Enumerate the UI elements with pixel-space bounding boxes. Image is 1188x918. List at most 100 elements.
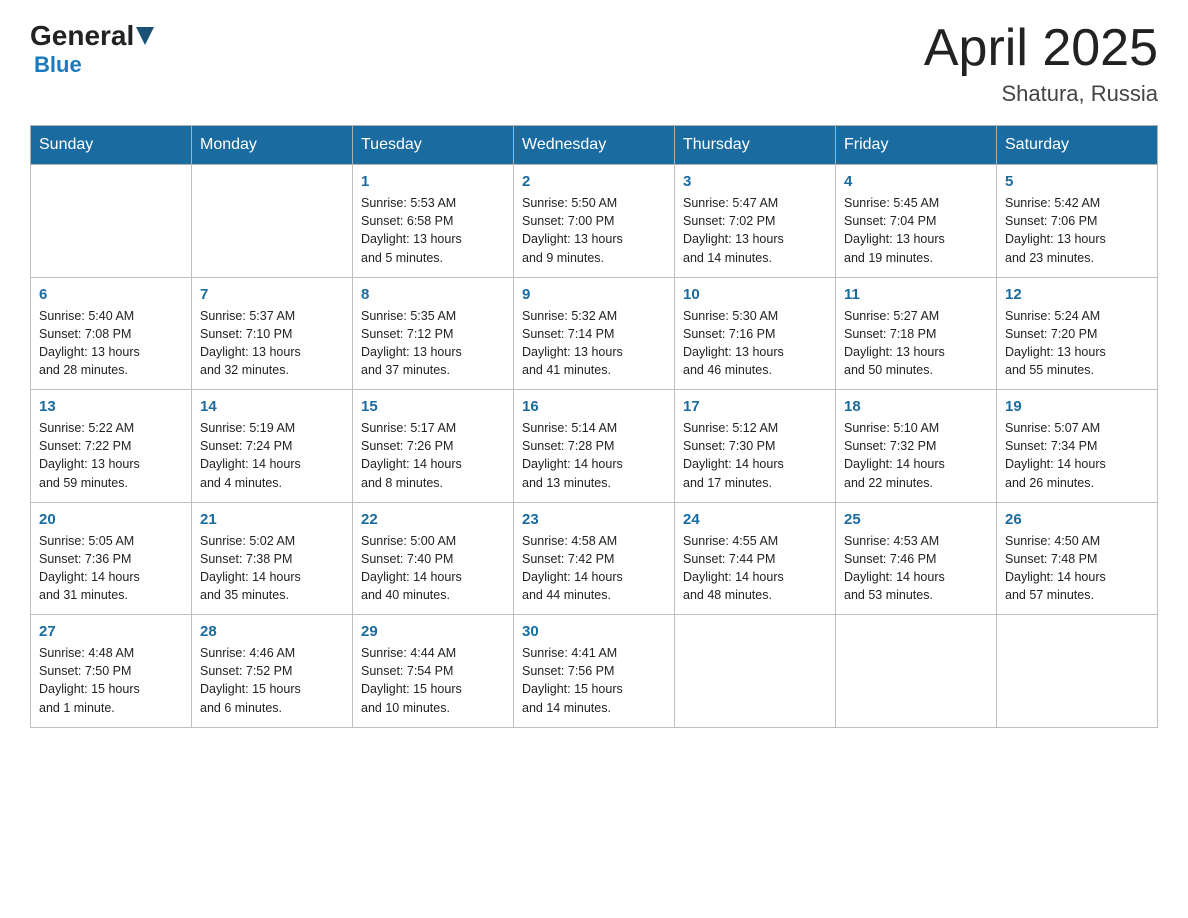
day-number: 1 <box>361 173 505 190</box>
calendar-cell: 24Sunrise: 4:55 AM Sunset: 7:44 PM Dayli… <box>675 502 836 615</box>
day-info: Sunrise: 5:53 AM Sunset: 6:58 PM Dayligh… <box>361 194 505 267</box>
calendar-cell: 19Sunrise: 5:07 AM Sunset: 7:34 PM Dayli… <box>997 390 1158 503</box>
calendar-cell <box>836 615 997 728</box>
day-info: Sunrise: 4:44 AM Sunset: 7:54 PM Dayligh… <box>361 644 505 717</box>
day-number: 19 <box>1005 398 1149 415</box>
day-number: 15 <box>361 398 505 415</box>
weekday-header-thursday: Thursday <box>675 126 836 165</box>
calendar-cell: 7 Sunrise: 5:37 AM Sunset: 7:10 PM Daylig… <box>192 277 353 390</box>
day-number: 8 <box>361 286 505 303</box>
calendar-week-row: 20Sunrise: 5:05 AM Sunset: 7:36 PM Dayli… <box>31 502 1158 615</box>
calendar-cell: 28 Sunrise: 4:46 AM Sunset: 7:52 PM Dayli… <box>192 615 353 728</box>
logo-blue-text: Blue <box>34 52 82 77</box>
day-number: 2 <box>522 173 666 190</box>
day-info: Sunrise: 5:35 AM Sunset: 7:12 PM Dayligh… <box>361 307 505 380</box>
day-number: 7 <box>200 286 344 303</box>
day-info: Sunrise: 4:53 AM Sunset: 7:46 PM Dayligh… <box>844 532 988 605</box>
calendar-cell: 2 Sunrise: 5:50 AM Sunset: 7:00 PM Daylig… <box>514 165 675 278</box>
calendar-header-row: SundayMondayTuesdayWednesdayThursdayFrid… <box>31 126 1158 165</box>
day-number: 28 <box>200 623 344 640</box>
logo-general-text: General <box>30 20 134 52</box>
day-info: Sunrise: 5:37 AM Sunset: 7:10 PM Dayligh… <box>200 307 344 380</box>
calendar-cell: 6 Sunrise: 5:40 AM Sunset: 7:08 PM Daylig… <box>31 277 192 390</box>
day-info: Sunrise: 4:41 AM Sunset: 7:56 PM Dayligh… <box>522 644 666 717</box>
day-number: 3 <box>683 173 827 190</box>
day-info: Sunrise: 4:46 AM Sunset: 7:52 PM Dayligh… <box>200 644 344 717</box>
day-info: Sunrise: 5:40 AM Sunset: 7:08 PM Dayligh… <box>39 307 183 380</box>
calendar-cell: 26 Sunrise: 4:50 AM Sunset: 7:48 PM Dayli… <box>997 502 1158 615</box>
calendar-cell: 25Sunrise: 4:53 AM Sunset: 7:46 PM Dayli… <box>836 502 997 615</box>
day-number: 11 <box>844 286 988 303</box>
day-info: Sunrise: 4:50 AM Sunset: 7:48 PM Dayligh… <box>1005 532 1149 605</box>
day-number: 13 <box>39 398 183 415</box>
calendar-cell: 30 Sunrise: 4:41 AM Sunset: 7:56 PM Dayli… <box>514 615 675 728</box>
day-info: Sunrise: 5:02 AM Sunset: 7:38 PM Dayligh… <box>200 532 344 605</box>
day-info: Sunrise: 4:58 AM Sunset: 7:42 PM Dayligh… <box>522 532 666 605</box>
calendar-cell: 15 Sunrise: 5:17 AM Sunset: 7:26 PM Dayli… <box>353 390 514 503</box>
calendar-cell: 13 Sunrise: 5:22 AM Sunset: 7:22 PM Dayli… <box>31 390 192 503</box>
day-info: Sunrise: 5:30 AM Sunset: 7:16 PM Dayligh… <box>683 307 827 380</box>
logo: General <box>30 20 154 52</box>
day-number: 24 <box>683 511 827 528</box>
day-info: Sunrise: 5:22 AM Sunset: 7:22 PM Dayligh… <box>39 419 183 492</box>
day-number: 16 <box>522 398 666 415</box>
page-header: General Blue April 2025 Shatura, Russia <box>30 20 1158 107</box>
calendar-cell: 18 Sunrise: 5:10 AM Sunset: 7:32 PM Dayli… <box>836 390 997 503</box>
day-number: 27 <box>39 623 183 640</box>
weekday-header-sunday: Sunday <box>31 126 192 165</box>
calendar-cell: 9 Sunrise: 5:32 AM Sunset: 7:14 PM Daylig… <box>514 277 675 390</box>
day-number: 20 <box>39 511 183 528</box>
calendar-cell: 20Sunrise: 5:05 AM Sunset: 7:36 PM Dayli… <box>31 502 192 615</box>
calendar-cell: 29 Sunrise: 4:44 AM Sunset: 7:54 PM Dayli… <box>353 615 514 728</box>
day-number: 5 <box>1005 173 1149 190</box>
day-number: 4 <box>844 173 988 190</box>
calendar-week-row: 27 Sunrise: 4:48 AM Sunset: 7:50 PM Dayli… <box>31 615 1158 728</box>
day-number: 29 <box>361 623 505 640</box>
day-number: 21 <box>200 511 344 528</box>
calendar-cell: 1 Sunrise: 5:53 AM Sunset: 6:58 PM Daylig… <box>353 165 514 278</box>
day-info: Sunrise: 5:10 AM Sunset: 7:32 PM Dayligh… <box>844 419 988 492</box>
weekday-header-friday: Friday <box>836 126 997 165</box>
calendar-cell: 12 Sunrise: 5:24 AM Sunset: 7:20 PM Dayli… <box>997 277 1158 390</box>
day-number: 30 <box>522 623 666 640</box>
calendar-cell <box>675 615 836 728</box>
day-info: Sunrise: 5:27 AM Sunset: 7:18 PM Dayligh… <box>844 307 988 380</box>
day-number: 22 <box>361 511 505 528</box>
calendar-week-row: 13 Sunrise: 5:22 AM Sunset: 7:22 PM Dayli… <box>31 390 1158 503</box>
day-info: Sunrise: 5:50 AM Sunset: 7:00 PM Dayligh… <box>522 194 666 267</box>
day-info: Sunrise: 5:14 AM Sunset: 7:28 PM Dayligh… <box>522 419 666 492</box>
title-area: April 2025 Shatura, Russia <box>924 20 1158 107</box>
calendar-cell: 10 Sunrise: 5:30 AM Sunset: 7:16 PM Dayli… <box>675 277 836 390</box>
calendar-cell: 16 Sunrise: 5:14 AM Sunset: 7:28 PM Dayli… <box>514 390 675 503</box>
calendar-cell: 22Sunrise: 5:00 AM Sunset: 7:40 PM Dayli… <box>353 502 514 615</box>
calendar-week-row: 6 Sunrise: 5:40 AM Sunset: 7:08 PM Daylig… <box>31 277 1158 390</box>
day-number: 9 <box>522 286 666 303</box>
day-info: Sunrise: 4:48 AM Sunset: 7:50 PM Dayligh… <box>39 644 183 717</box>
calendar-week-row: 1 Sunrise: 5:53 AM Sunset: 6:58 PM Daylig… <box>31 165 1158 278</box>
weekday-header-wednesday: Wednesday <box>514 126 675 165</box>
day-info: Sunrise: 5:17 AM Sunset: 7:26 PM Dayligh… <box>361 419 505 492</box>
weekday-header-monday: Monday <box>192 126 353 165</box>
logo-arrow-icon <box>136 27 154 45</box>
day-number: 14 <box>200 398 344 415</box>
day-info: Sunrise: 5:45 AM Sunset: 7:04 PM Dayligh… <box>844 194 988 267</box>
day-number: 26 <box>1005 511 1149 528</box>
day-info: Sunrise: 5:24 AM Sunset: 7:20 PM Dayligh… <box>1005 307 1149 380</box>
day-info: Sunrise: 5:42 AM Sunset: 7:06 PM Dayligh… <box>1005 194 1149 267</box>
calendar-cell: 11 Sunrise: 5:27 AM Sunset: 7:18 PM Dayli… <box>836 277 997 390</box>
calendar-cell <box>31 165 192 278</box>
logo-area: General Blue <box>30 20 154 78</box>
day-number: 12 <box>1005 286 1149 303</box>
day-number: 6 <box>39 286 183 303</box>
location-title: Shatura, Russia <box>924 81 1158 107</box>
weekday-header-saturday: Saturday <box>997 126 1158 165</box>
calendar-cell: 5 Sunrise: 5:42 AM Sunset: 7:06 PM Daylig… <box>997 165 1158 278</box>
day-number: 17 <box>683 398 827 415</box>
day-number: 18 <box>844 398 988 415</box>
day-info: Sunrise: 5:19 AM Sunset: 7:24 PM Dayligh… <box>200 419 344 492</box>
calendar-cell: 21 Sunrise: 5:02 AM Sunset: 7:38 PM Dayli… <box>192 502 353 615</box>
day-info: Sunrise: 5:32 AM Sunset: 7:14 PM Dayligh… <box>522 307 666 380</box>
day-info: Sunrise: 5:47 AM Sunset: 7:02 PM Dayligh… <box>683 194 827 267</box>
calendar-cell: 4 Sunrise: 5:45 AM Sunset: 7:04 PM Daylig… <box>836 165 997 278</box>
day-number: 10 <box>683 286 827 303</box>
